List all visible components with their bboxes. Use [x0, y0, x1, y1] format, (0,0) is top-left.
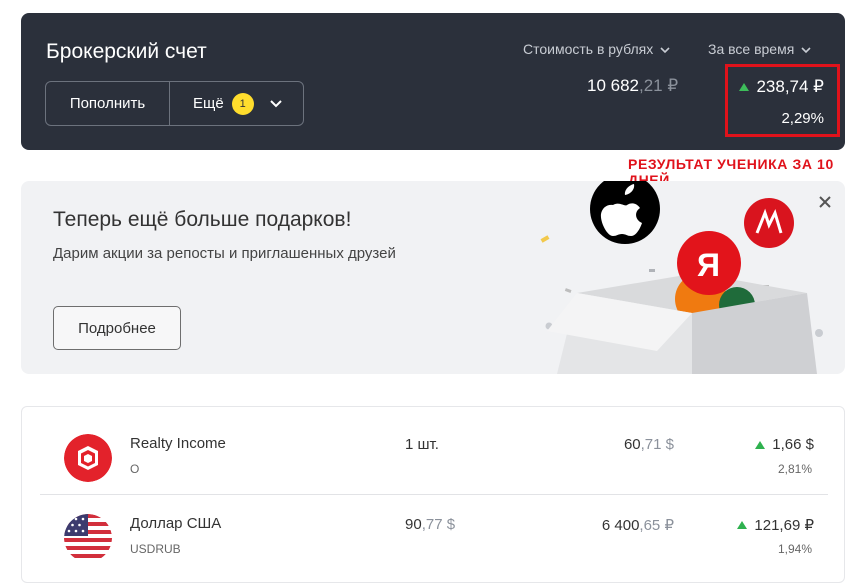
promo-details-button[interactable]: Подробнее	[53, 306, 181, 350]
instrument-name: Realty Income	[130, 435, 226, 452]
value-main: 6 400	[601, 517, 640, 534]
gain-amount-value: 238,74 ₽	[756, 77, 824, 96]
gain-amount: 238,74 ₽	[739, 77, 824, 97]
account-card: Брокерский счет Пополнить Ещё 1 Стоимост…	[21, 13, 845, 150]
instrument-ticker: USDRUB	[130, 542, 181, 556]
chevron-down-icon	[269, 95, 282, 112]
chevron-down-icon	[801, 41, 811, 57]
value-fraction: ,65 ₽	[639, 517, 674, 534]
gift-box-illustration: Я	[540, 181, 823, 374]
holding-value: 60,71 $	[624, 436, 674, 453]
holding-row[interactable]: Доллар США USDRUB 90,77 $ 6 400,65 ₽ 121…	[40, 497, 828, 575]
deposit-button[interactable]: Пополнить	[46, 82, 170, 125]
holding-row[interactable]: Realty Income O 1 шт. 60,71 $ 1,66 $ 2,8…	[40, 417, 828, 495]
holdings-list: Realty Income O 1 шт. 60,71 $ 1,66 $ 2,8…	[21, 406, 845, 583]
holding-change: 121,69 ₽	[737, 516, 814, 534]
portfolio-total: 10 682,21 ₽	[587, 76, 678, 96]
value-currency-dropdown[interactable]: Стоимость в рублях	[523, 41, 670, 57]
value-fraction: ,71 $	[640, 436, 674, 453]
period-label: За все время	[708, 41, 795, 57]
more-label: Ещё	[193, 95, 224, 112]
instrument-name: Доллар США	[130, 515, 222, 532]
holding-value: 6 400,65 ₽	[602, 516, 674, 534]
holding-quantity: 1 шт.	[405, 436, 439, 453]
change-amount: 121,69 ₽	[754, 517, 814, 534]
gain-percent: 2,29%	[781, 110, 824, 127]
change-percent: 2,81%	[777, 462, 812, 476]
quantity-fraction: ,77 $	[421, 516, 456, 533]
svg-text:Я: Я	[697, 247, 720, 283]
value-currency-label: Стоимость в рублях	[523, 41, 654, 57]
realty-income-logo-icon	[64, 434, 112, 482]
total-main: 10 682	[587, 76, 639, 95]
holding-quantity: 90,77 $	[405, 516, 455, 533]
instrument-ticker: O	[130, 462, 140, 476]
arrow-up-icon	[755, 440, 766, 449]
gain-highlight-box: 238,74 ₽ 2,29%	[725, 64, 840, 137]
change-amount: 1,66 $	[772, 436, 814, 453]
account-title: Брокерский счет	[46, 40, 207, 63]
quantity-text: 1 шт.	[405, 436, 439, 453]
holding-change: 1,66 $	[755, 436, 814, 453]
account-actions: Пополнить Ещё 1	[45, 81, 304, 126]
us-flag-icon	[64, 514, 112, 562]
arrow-up-icon	[737, 521, 748, 529]
quantity-main: 90	[405, 516, 422, 533]
value-main: 60	[623, 436, 641, 453]
period-dropdown[interactable]: За все время	[708, 41, 811, 57]
promo-title: Теперь ещё больше подарков!	[53, 208, 352, 231]
chevron-down-icon	[660, 41, 670, 57]
promo-subtitle: Дарим акции за репосты и приглашенных др…	[53, 245, 396, 262]
total-fraction: ,21 ₽	[639, 76, 679, 95]
promo-banner: Теперь ещё больше подарков! Дарим акции …	[21, 181, 845, 374]
notification-badge: 1	[231, 92, 254, 115]
arrow-up-icon	[739, 83, 750, 91]
close-icon[interactable]	[817, 194, 833, 210]
more-button[interactable]: Ещё 1	[170, 82, 303, 125]
change-percent: 1,94%	[777, 542, 812, 556]
